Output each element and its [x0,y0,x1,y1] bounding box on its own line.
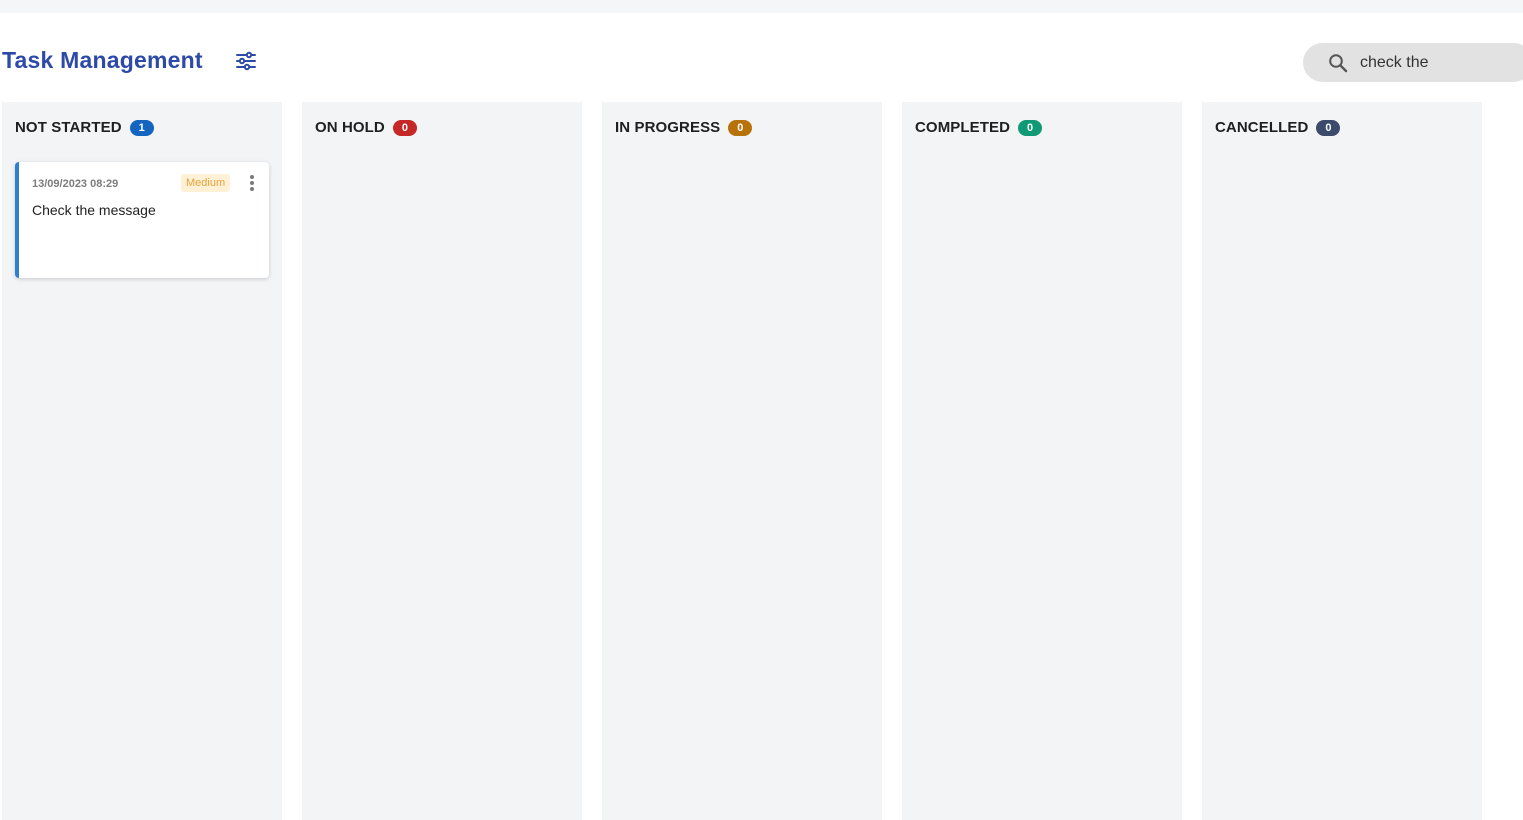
column-completed: COMPLETED 0 [902,102,1182,820]
top-bar [0,0,1523,13]
column-not-started: NOT STARTED 1 13/09/2023 08:29 Medium Ch… [2,102,282,820]
search-box[interactable] [1303,43,1523,82]
column-header: ON HOLD 0 [315,119,417,136]
column-count-badge: 1 [129,119,154,136]
column-title: ON HOLD [315,119,385,136]
column-header: NOT STARTED 1 [15,119,154,136]
page-title: Task Management [2,47,203,73]
sliders-icon [235,51,257,76]
task-date: 13/09/2023 08:29 [32,178,119,190]
search-icon [1327,52,1349,74]
column-title: CANCELLED [1215,119,1309,136]
more-vertical-icon[interactable] [246,173,258,193]
column-count-badge: 0 [1316,119,1341,136]
column-title: IN PROGRESS [615,119,721,136]
column-header: CANCELLED 0 [1215,119,1341,136]
column-cancelled: CANCELLED 0 [1202,102,1482,820]
column-count-badge: 0 [1018,119,1043,136]
search-input[interactable] [1360,53,1510,72]
filter-settings-button[interactable] [232,50,260,76]
task-title: Check the message [32,202,156,218]
priority-badge: Medium [181,174,231,192]
kanban-board: NOT STARTED 1 13/09/2023 08:29 Medium Ch… [2,102,1482,820]
column-title: NOT STARTED [15,119,122,136]
column-title: COMPLETED [915,119,1011,136]
column-header: IN PROGRESS 0 [615,119,753,136]
column-in-progress: IN PROGRESS 0 [602,102,882,820]
column-count-badge: 0 [728,119,753,136]
column-on-hold: ON HOLD 0 [302,102,582,820]
task-card[interactable]: 13/09/2023 08:29 Medium Check the messag… [15,162,269,278]
column-count-badge: 0 [392,119,417,136]
column-header: COMPLETED 0 [915,119,1043,136]
